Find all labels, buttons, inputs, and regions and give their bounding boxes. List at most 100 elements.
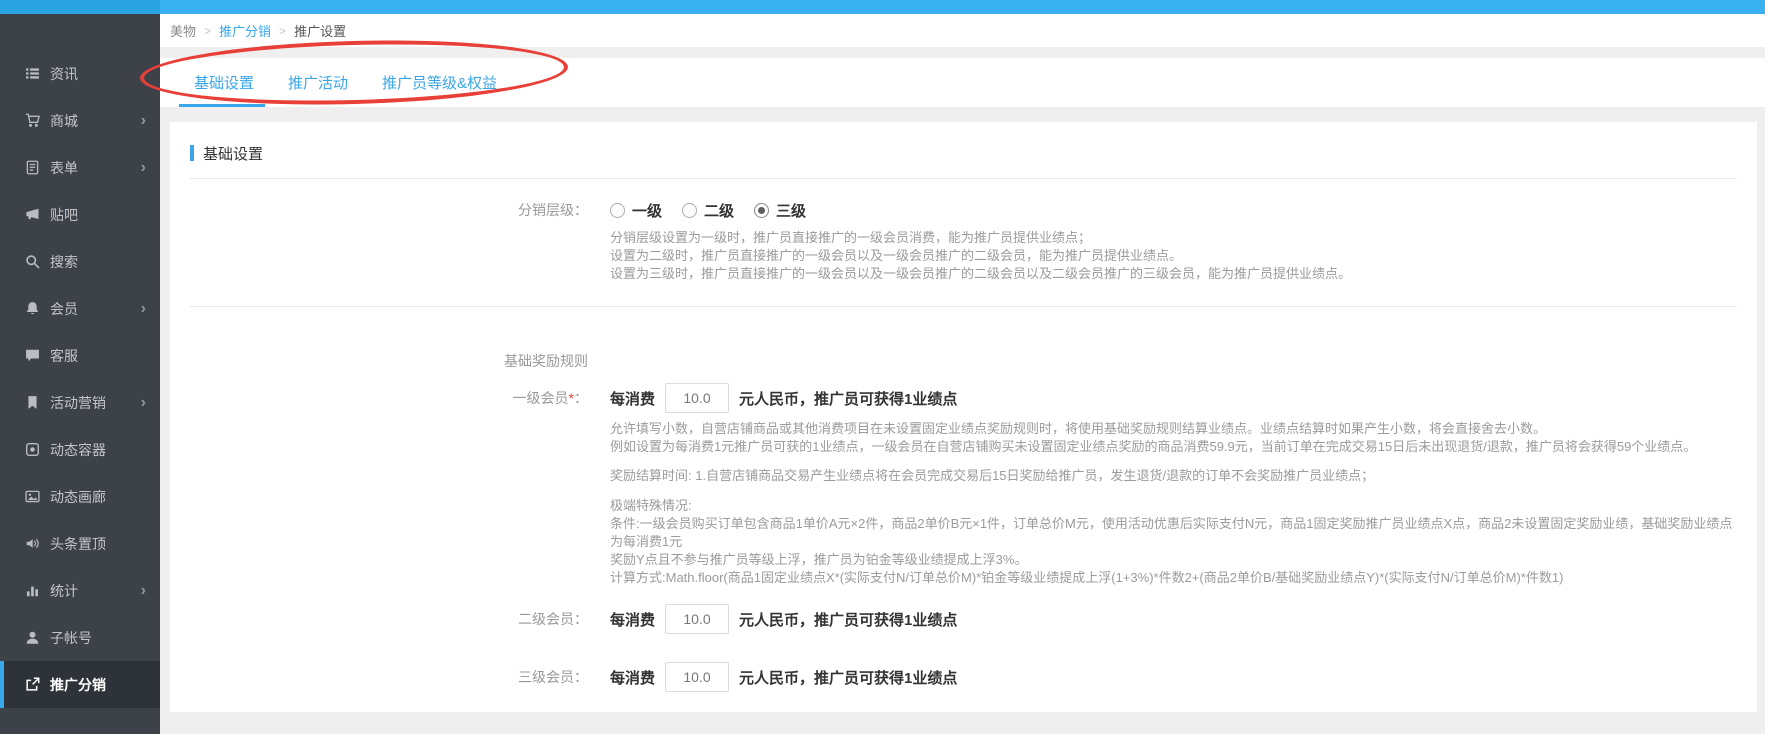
- description-line: 极端特殊情况:: [610, 497, 1737, 515]
- radio-label: 一级: [632, 200, 662, 221]
- field-label-level3: 三级会员：: [190, 667, 588, 687]
- tab-1[interactable]: 推广活动: [279, 58, 357, 107]
- sidebar-item-label: 子帐号: [50, 628, 92, 648]
- sidebar-item-stats[interactable]: 统计 ›: [0, 567, 160, 614]
- reward-row-level1: 一级会员*： 每消费 元人民币，推广员可获得1业绩点: [190, 382, 1737, 414]
- container-icon: [25, 442, 40, 457]
- sidebar-item-label: 客服: [50, 346, 78, 366]
- radio-icon[interactable]: [610, 203, 625, 218]
- distribution-level-options: 一级 二级 三级: [610, 200, 826, 221]
- reward-suffix-text: 元人民币，推广员可获得1业绩点: [739, 388, 957, 409]
- stats-icon: [25, 583, 40, 598]
- tab-0[interactable]: 基础设置: [185, 58, 263, 107]
- radio-option-二级[interactable]: 二级: [682, 200, 734, 221]
- reward-row-level3: 三级会员： 每消费 元人民币，推广员可获得1业绩点: [190, 661, 1737, 693]
- level3-amount-input[interactable]: [665, 662, 729, 692]
- reward-suffix-text: 元人民币，推广员可获得1业绩点: [739, 667, 957, 688]
- main-area: 美物>推广分销>推广设置 基础设置推广活动推广员等级&权益 基础设置 分销层级：…: [160, 14, 1765, 734]
- sidebar-item-form[interactable]: 表单›: [0, 144, 160, 191]
- spacer-strip: [160, 47, 1765, 58]
- sidebar-item-label: 搜索: [50, 252, 78, 272]
- sidebar-item-label: 动态容器: [50, 440, 106, 460]
- reward-row-content: 每消费 元人民币，推广员可获得1业绩点: [610, 383, 957, 413]
- sidebar-item-gallery[interactable]: 动态画廊: [0, 473, 160, 520]
- reward-row-level2: 二级会员： 每消费元人民币，推广员可获得1业绩点: [190, 603, 1737, 635]
- sidebar-item-subaccount[interactable]: 子帐号: [0, 614, 160, 661]
- reward-description-block: 极端特殊情况:条件:一级会员购买订单包含商品1单价A元×2件，商品2单价B元×1…: [610, 497, 1737, 587]
- speaker-icon: [25, 536, 40, 551]
- sidebar-item-label: 活动营销: [50, 393, 106, 413]
- bookmark-icon: [25, 395, 40, 410]
- megaphone-icon: [25, 207, 40, 222]
- radio-option-一级[interactable]: 一级: [610, 200, 662, 221]
- chevron-right-icon: ›: [141, 113, 146, 129]
- field-label-level1: 一级会员*：: [190, 388, 588, 408]
- sidebar-item-headline[interactable]: 头条置顶: [0, 520, 160, 567]
- radio-label: 三级: [776, 200, 806, 221]
- breadcrumb-separator: >: [204, 24, 211, 38]
- sidebar-item-marketing[interactable]: 活动营销 ›: [0, 379, 160, 426]
- search-icon: [25, 254, 40, 269]
- tab-bar: 基础设置推广活动推广员等级&权益: [160, 58, 1765, 107]
- radio-icon[interactable]: [682, 203, 697, 218]
- section-title: 基础设置: [203, 143, 263, 164]
- sidebar-item-label: 推广分销: [50, 675, 106, 695]
- radio-icon[interactable]: [754, 203, 769, 218]
- consume-prefix-text: 每消费: [610, 388, 655, 409]
- sidebar-item-promotion[interactable]: 推广分销: [0, 661, 160, 708]
- sidebar-item-label: 头条置顶: [50, 534, 106, 554]
- reward-row-content: 每消费 元人民币，推广员可获得1业绩点: [610, 662, 957, 692]
- required-asterisk: *: [569, 390, 574, 406]
- section-header: 基础设置: [190, 144, 1737, 162]
- sidebar-item-tieba[interactable]: 贴吧: [0, 191, 160, 238]
- description-line: 奖励结算时间: 1.自营店铺商品交易产生业绩点将在会员完成交易后15日奖励给推广…: [610, 467, 1737, 485]
- breadcrumb-item: 美物: [170, 21, 196, 40]
- sidebar-item-label: 资讯: [50, 64, 78, 84]
- description-line: 奖励Y点且不参与推广员等级上浮，推广员为铂金等级业绩提成上浮3%。: [610, 551, 1737, 569]
- consume-prefix-text: 每消费: [610, 667, 655, 688]
- description-line: 设置为三级时，推广员直接推广的一级会员以及一级会员推广的二级会员以及二级会员推广…: [610, 265, 1737, 283]
- field-label-level2: 二级会员：: [190, 609, 588, 629]
- sidebar-item-news[interactable]: 资讯: [0, 50, 160, 97]
- consume-prefix-text: 每消费: [610, 609, 655, 630]
- sidebar-item-search[interactable]: 搜索: [0, 238, 160, 285]
- sidebar-item-label: 动态画廊: [50, 487, 106, 507]
- chevron-right-icon: ›: [141, 160, 146, 176]
- chevron-right-icon: ›: [141, 395, 146, 411]
- user-icon: [25, 630, 40, 645]
- chevron-right-icon: ›: [141, 583, 146, 599]
- breadcrumb-separator: >: [279, 24, 286, 38]
- sidebar-item-label: 会员: [50, 299, 78, 319]
- reward-row-content: 每消费元人民币，推广员可获得1业绩点: [610, 604, 957, 634]
- sidebar-item-service[interactable]: 客服: [0, 332, 160, 379]
- list-icon: [25, 66, 40, 81]
- sidebar-item-mall[interactable]: 商城 ›: [0, 97, 160, 144]
- description-line: 设置为二级时，推广员直接推广的一级会员以及一级会员推广的二级会员，能为推广员提供…: [610, 247, 1737, 265]
- gallery-icon: [25, 489, 40, 504]
- topbar: [0, 0, 1765, 14]
- topbar-logo-segment: [0, 0, 160, 14]
- tab-2[interactable]: 推广员等级&权益: [373, 58, 506, 107]
- sidebar-item-member[interactable]: 会员›: [0, 285, 160, 332]
- reward-group-label: 基础奖励规则: [190, 351, 588, 369]
- chat-icon: [25, 348, 40, 363]
- divider: [190, 306, 1737, 307]
- radio-option-三级[interactable]: 三级: [754, 200, 806, 221]
- sidebar-item-label: 统计: [50, 581, 78, 601]
- form-icon: [25, 160, 40, 175]
- description-line: 条件:一级会员购买订单包含商品1单价A元×2件，商品2单价B元×1件，订单总价M…: [610, 515, 1737, 551]
- breadcrumb-item[interactable]: 推广分销: [219, 21, 271, 40]
- radio-label: 二级: [704, 200, 734, 221]
- share-icon: [25, 677, 40, 692]
- field-label-distribution-level: 分销层级：: [190, 200, 588, 220]
- description-line: 例如设置为每消费1元推广员可获的1业绩点，一级会员在自营店铺购买未设置固定业绩点…: [610, 438, 1737, 456]
- settings-panel: 基础设置 分销层级： 一级二级三级 分销层级设置为一级时，推广员直接推广的一级会…: [170, 122, 1757, 712]
- sidebar-item-container[interactable]: 动态容器: [0, 426, 160, 473]
- section-accent-bar: [190, 145, 194, 161]
- description-line: 计算方式:Math.floor(商品1固定业绩点X*(实际支付N/订单总价M)*…: [610, 569, 1737, 587]
- level2-amount-input[interactable]: [665, 604, 729, 634]
- sidebar-item-label: 商城: [50, 111, 78, 131]
- cart-icon: [25, 113, 40, 128]
- distribution-level-row: 分销层级： 一级 二级 三级: [190, 199, 1737, 221]
- level1-amount-input[interactable]: [665, 383, 729, 413]
